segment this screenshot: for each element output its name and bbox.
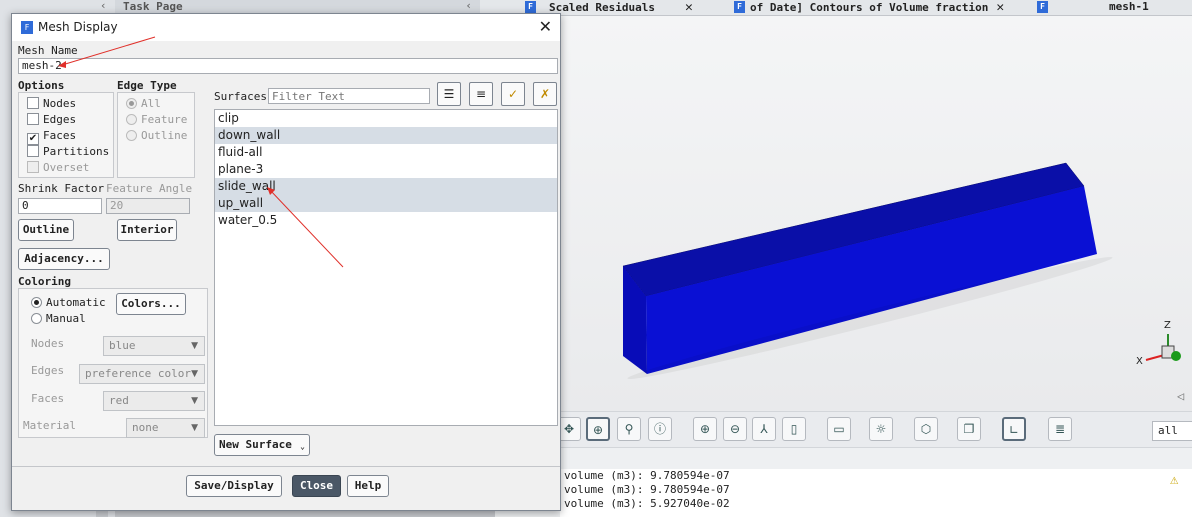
annotation-arrows [58,36,344,268]
